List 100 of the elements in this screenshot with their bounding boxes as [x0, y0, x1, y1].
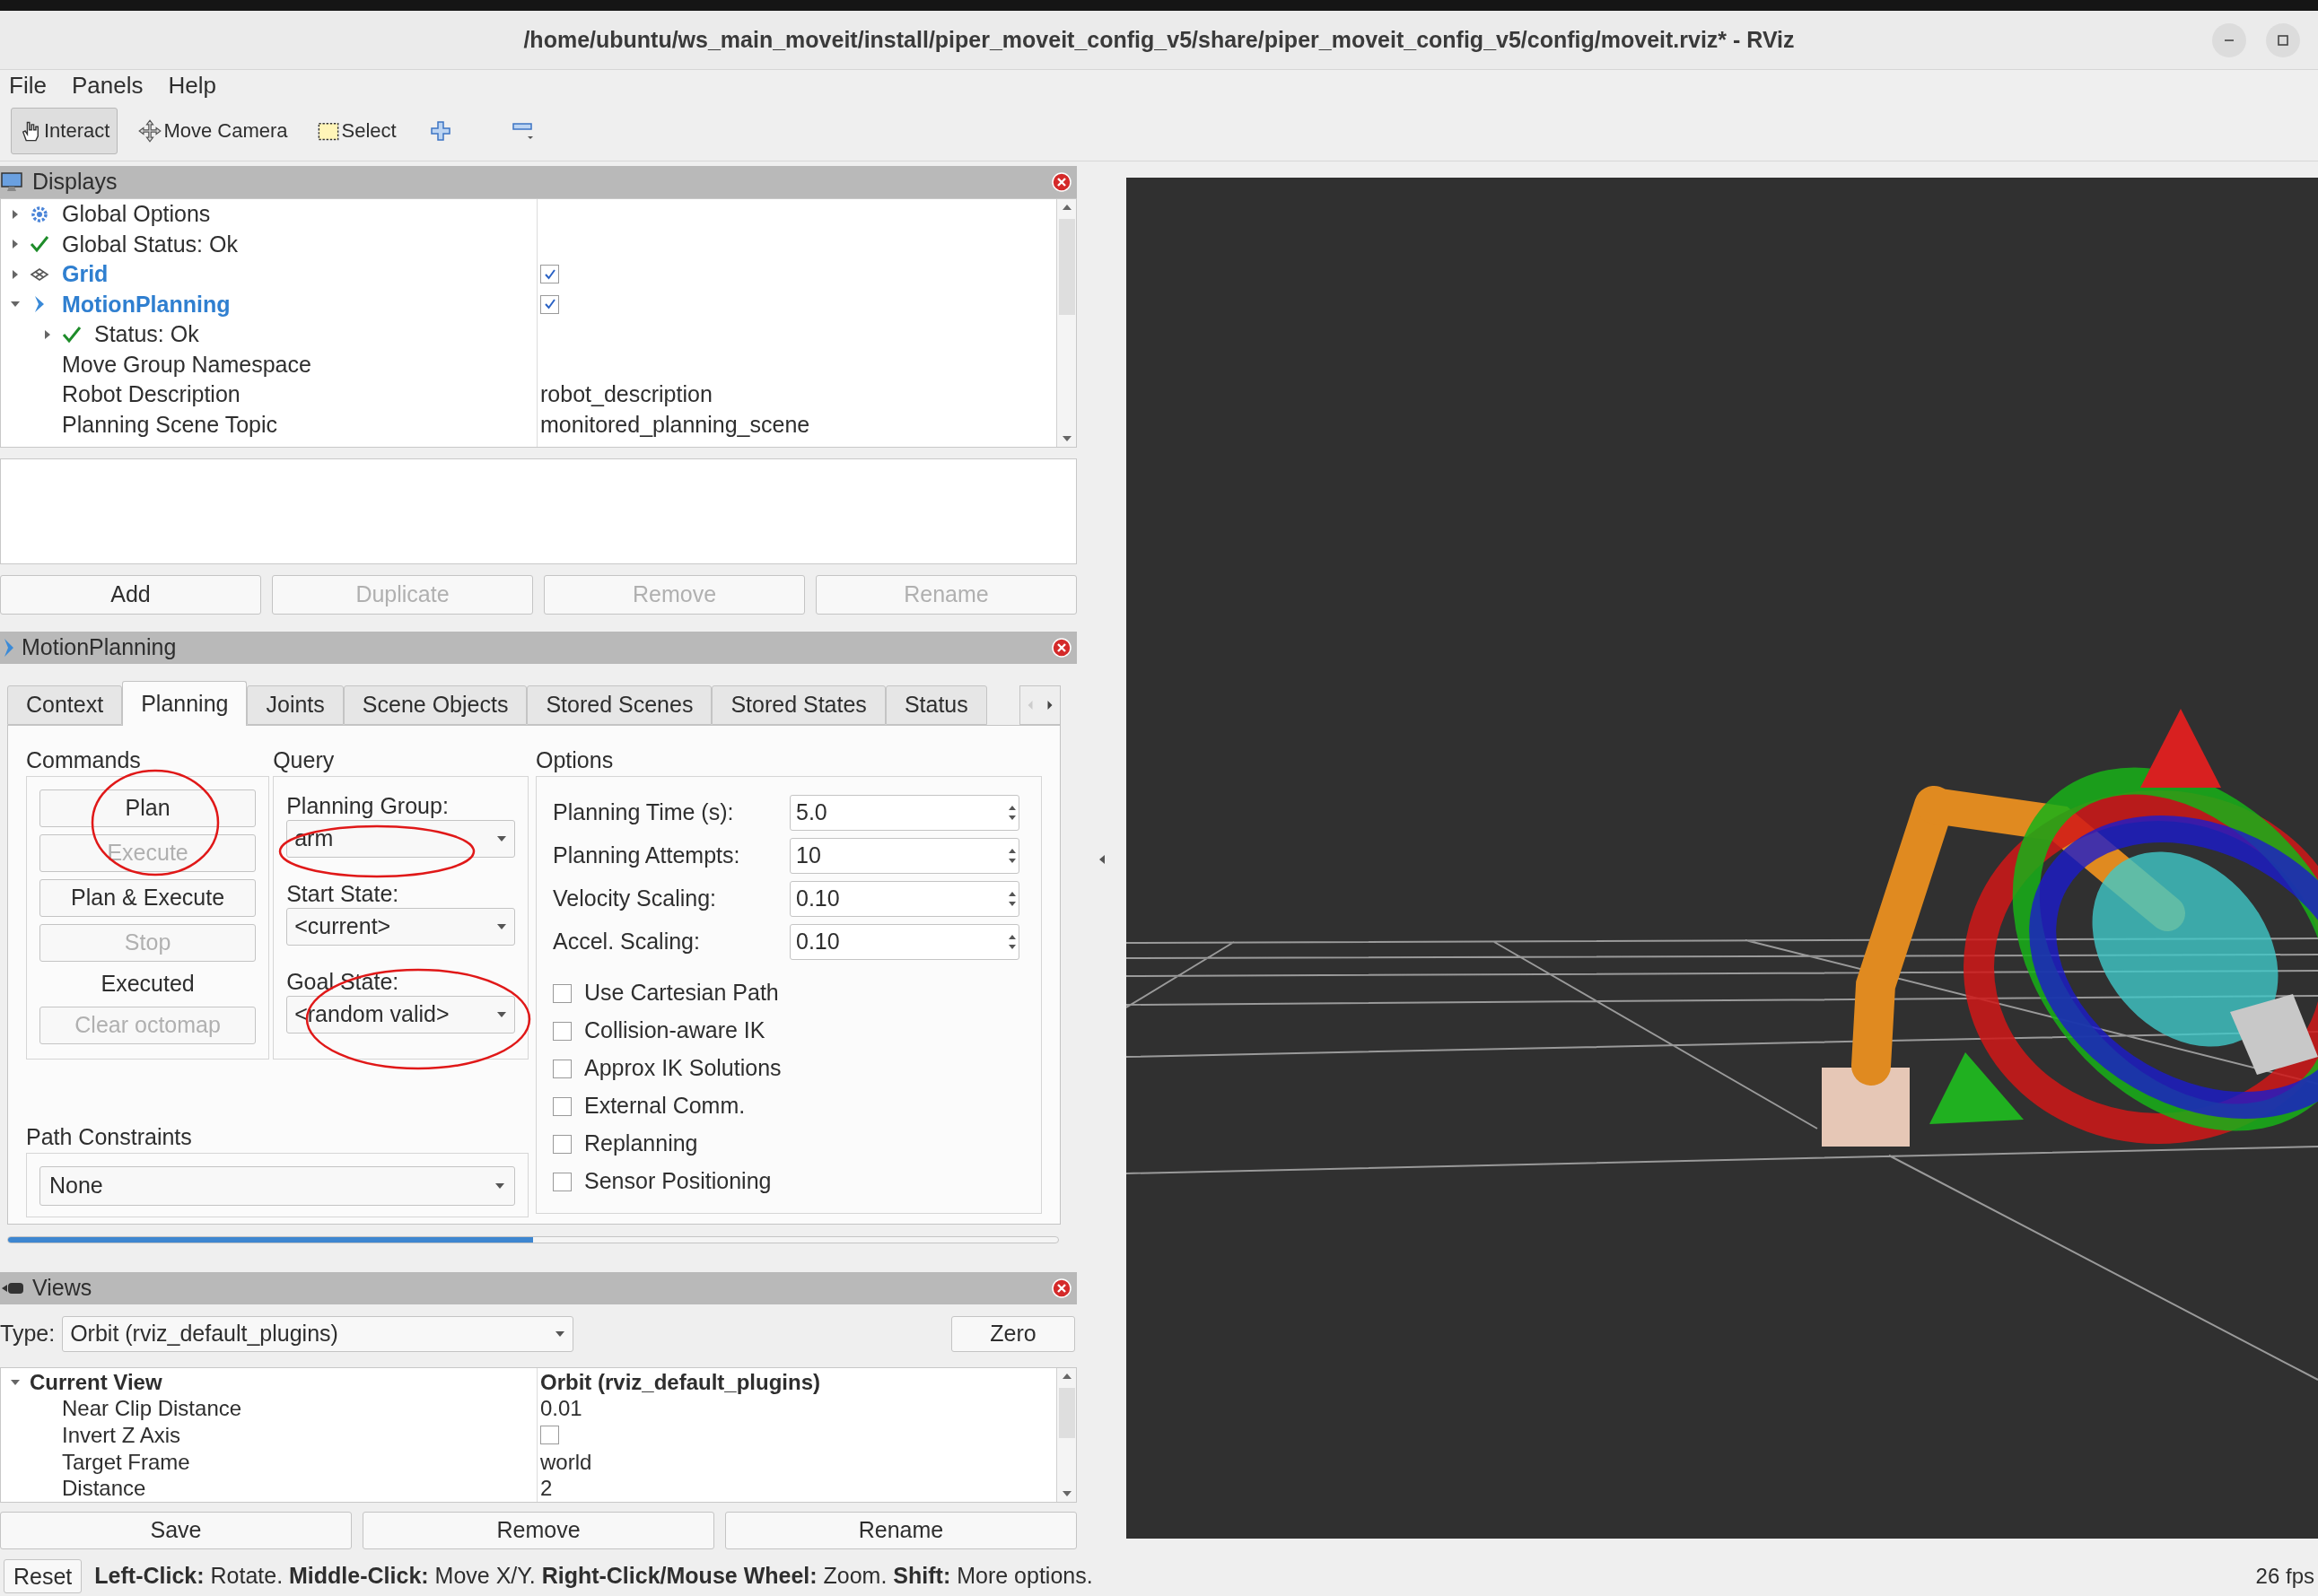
- scrollbar[interactable]: [1056, 1368, 1076, 1502]
- reset-button[interactable]: Reset: [4, 1559, 83, 1593]
- checkbox-label[interactable]: External Comm.: [584, 1089, 746, 1123]
- checkbox-label[interactable]: Sensor Positioning: [584, 1164, 772, 1199]
- close-icon[interactable]: [1052, 172, 1072, 192]
- caret-icon: [496, 922, 507, 931]
- checkbox[interactable]: [540, 265, 559, 284]
- monitor-icon: [0, 171, 25, 193]
- checkbox[interactable]: [553, 1096, 572, 1116]
- status-text: Executed: [101, 970, 195, 999]
- checkbox[interactable]: [540, 294, 559, 314]
- property-value: world: [540, 1448, 592, 1476]
- checkbox[interactable]: [553, 1172, 572, 1191]
- caret-icon: [496, 834, 507, 843]
- spin-arrows-icon[interactable]: [1006, 934, 1019, 950]
- move-icon: [138, 118, 162, 143]
- checkbox[interactable]: [553, 983, 572, 1003]
- button[interactable]: Plan: [39, 789, 257, 827]
- spin-box[interactable]: 0.10: [790, 881, 1019, 917]
- property-value: 2: [540, 1475, 553, 1503]
- property-value: 0.01: [540, 1395, 582, 1423]
- property-value: robot_description: [540, 380, 713, 408]
- scrollbar[interactable]: [1056, 199, 1076, 447]
- close-icon[interactable]: [1052, 638, 1072, 658]
- tab[interactable]: Context: [7, 685, 123, 725]
- button[interactable]: Add: [0, 575, 261, 615]
- tab[interactable]: Stored Scenes: [527, 685, 713, 725]
- group-title: Path Constraints: [26, 1123, 193, 1151]
- maximize-button[interactable]: [2266, 23, 2300, 57]
- group-title: Commands: [26, 746, 142, 774]
- property-label: Move Group Namespace: [62, 350, 311, 379]
- field-label: Start State:: [286, 880, 400, 908]
- dropdown[interactable]: <current>: [286, 908, 515, 946]
- property-value: monitored_planning_scene: [540, 410, 810, 439]
- checkbox-label[interactable]: Collision-aware IK: [584, 1014, 765, 1048]
- button[interactable]: Rename: [725, 1512, 1077, 1549]
- fps-counter: 26 fps: [2255, 1563, 2314, 1590]
- tab[interactable]: Stored States: [712, 685, 886, 725]
- checkbox-label[interactable]: Use Cartesian Path: [584, 976, 779, 1010]
- dropdown[interactable]: arm: [286, 820, 515, 858]
- spin-arrows-icon[interactable]: [1006, 805, 1019, 821]
- spin-box[interactable]: 10: [790, 838, 1019, 874]
- checkbox[interactable]: [553, 1059, 572, 1078]
- checkmark-icon: [30, 234, 49, 255]
- checkbox-label[interactable]: Approx IK Solutions: [584, 1051, 782, 1086]
- checkmark-icon: [542, 297, 557, 312]
- spin-arrows-icon[interactable]: [1006, 848, 1019, 864]
- checkmark-icon: [62, 324, 82, 344]
- tab[interactable]: Status: [885, 685, 987, 725]
- checkbox[interactable]: [553, 1134, 572, 1154]
- caret-icon: [496, 1010, 507, 1019]
- spin-box[interactable]: 0.10: [790, 924, 1019, 960]
- panel-title: Displays: [32, 168, 118, 196]
- tab[interactable]: Scene Objects: [343, 685, 528, 725]
- button[interactable]: Remove: [363, 1512, 714, 1549]
- field-label: Goal State:: [286, 968, 400, 996]
- menu-item[interactable]: Help: [166, 67, 218, 103]
- menu-item[interactable]: Panels: [69, 67, 145, 103]
- minimize-icon: [2224, 39, 2235, 41]
- gear-icon: [30, 204, 49, 224]
- checkbox-label[interactable]: Replanning: [584, 1127, 698, 1161]
- property-label: Global Status: Ok: [62, 230, 238, 258]
- field-label: Type:: [0, 1320, 56, 1348]
- scroll-up-icon[interactable]: [1061, 203, 1072, 212]
- property-value: Orbit (rviz_default_plugins): [540, 1368, 821, 1396]
- property-label: Invert Z Axis: [62, 1422, 181, 1449]
- group-title: Query: [273, 746, 336, 774]
- property-label: Robot Description: [62, 380, 241, 408]
- tool-button[interactable]: Select: [308, 107, 405, 154]
- button[interactable]: Save: [0, 1512, 352, 1549]
- property-label: Near Clip Distance: [62, 1395, 242, 1423]
- scroll-thumb[interactable]: [1058, 219, 1075, 316]
- dropdown[interactable]: Orbit (rviz_default_plugins): [62, 1316, 574, 1352]
- button[interactable]: Zero: [951, 1316, 1075, 1352]
- chevron-icon: [4, 638, 14, 658]
- caret-icon: [555, 1330, 566, 1339]
- scroll-down-icon[interactable]: [1061, 434, 1072, 443]
- scroll-up-icon[interactable]: [1061, 1372, 1072, 1381]
- group-title: Options: [536, 746, 615, 774]
- panel-title: MotionPlanning: [22, 633, 178, 662]
- property-label: Grid: [62, 260, 109, 288]
- dropdown[interactable]: None: [39, 1166, 515, 1206]
- tab[interactable]: Joints: [247, 685, 344, 725]
- spin-arrows-icon[interactable]: [1006, 891, 1019, 907]
- scroll-down-icon[interactable]: [1061, 1489, 1072, 1498]
- tool-button[interactable]: Move Camera: [130, 107, 296, 154]
- close-icon[interactable]: [1052, 1278, 1072, 1298]
- panel-title: Views: [32, 1274, 93, 1303]
- checkbox[interactable]: [553, 1021, 572, 1041]
- property-label: MotionPlanning: [62, 290, 231, 318]
- property-label: Status: Ok: [94, 320, 199, 348]
- menu-item[interactable]: File: [7, 67, 48, 103]
- tab[interactable]: Planning: [122, 681, 248, 726]
- scroll-thumb[interactable]: [1058, 1388, 1075, 1439]
- checkbox[interactable]: [540, 1426, 559, 1445]
- field-label: Planning Attempts:: [553, 842, 741, 870]
- tool-button[interactable]: Interact: [11, 107, 118, 154]
- button[interactable]: Plan & Execute: [39, 879, 257, 917]
- spin-box[interactable]: 5.0: [790, 795, 1019, 831]
- help-text: Left-Click: Rotate. Middle-Click: Move X/Y. Right-Click/Mouse Wheel: Zoom. Shift: More options.: [94, 1562, 1093, 1591]
